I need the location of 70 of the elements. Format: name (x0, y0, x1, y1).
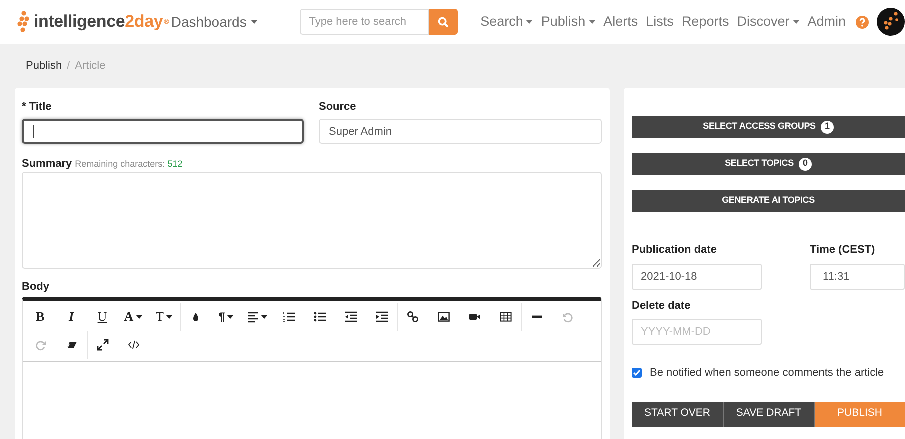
search-icon (438, 16, 449, 28)
field-label: Summary (22, 157, 72, 172)
delete-date-field[interactable]: YYYY-MM-DD (632, 319, 762, 345)
link-icon (407, 311, 419, 323)
font-size-button[interactable]: T (149, 303, 180, 331)
field-label: Publication date (632, 243, 718, 258)
breadcrumb-item[interactable]: Publish (26, 58, 62, 74)
avatar-icon[interactable] (877, 8, 905, 36)
field-label: Body (22, 281, 50, 293)
field-label: Delete date (632, 298, 692, 314)
field-label: Time (CEST) (810, 243, 876, 258)
field-label: * Title (22, 101, 53, 113)
secondary-action-button[interactable]: START OVER (632, 402, 723, 426)
body-editor[interactable]: B I U A T ¶ (22, 297, 602, 439)
redo-icon (34, 339, 46, 351)
field-label: Source (319, 101, 358, 113)
secondary-action-button[interactable]: SAVE DRAFT (723, 402, 814, 426)
nav-link[interactable]: Lists (646, 12, 674, 32)
publication-date-field[interactable]: 2021-10-18 (632, 264, 762, 290)
bold-button[interactable]: B (25, 303, 56, 331)
indent-icon (376, 311, 388, 323)
nav-link[interactable]: Alerts (604, 12, 638, 32)
dashboards-menu[interactable]: Dashboards (171, 12, 300, 32)
side-action-button[interactable]: SELECT ACCESS GROUPS 1 (632, 116, 905, 138)
italic-button[interactable]: I (56, 303, 87, 331)
breadcrumb-item: Article (75, 58, 106, 74)
logo-icon (17, 11, 31, 33)
caret-icon (250, 20, 258, 24)
code-icon (128, 339, 140, 351)
search-button[interactable] (429, 9, 458, 35)
font-color-button[interactable]: A (118, 303, 149, 331)
caret-icon (792, 20, 800, 24)
source-field[interactable]: Super Admin (319, 119, 602, 144)
logo-text: intelligence2day$^{®}$ (34, 11, 170, 34)
outdent-icon (344, 311, 356, 323)
side-action-button[interactable]: GENERATE AI TOPICS (632, 190, 905, 212)
eraser-icon (66, 339, 78, 351)
nav-link[interactable]: Discover (737, 12, 800, 32)
table-icon (500, 311, 512, 323)
align-left-icon (247, 311, 259, 323)
count-badge: 0 (798, 158, 812, 170)
image-icon (438, 311, 450, 323)
caret-icon (227, 315, 234, 319)
notify-label: Be notified when someone comments the article (650, 366, 884, 381)
side-action-button[interactable]: SELECT TOPICS 0 (632, 153, 905, 175)
undo-icon (562, 311, 574, 323)
summary-field[interactable] (22, 172, 602, 269)
video-camera-icon (468, 311, 480, 323)
nav-link[interactable]: Publish (541, 12, 596, 32)
caret-icon (526, 20, 534, 24)
numbered-list-icon (282, 311, 294, 323)
breadcrumb-separator: / (67, 58, 70, 74)
remaining-characters-text: Remaining characters: 512 (75, 158, 183, 171)
caret-icon (136, 315, 143, 319)
nav-link[interactable]: Admin (808, 12, 846, 32)
caret-icon (166, 315, 173, 319)
count-badge: 1 (820, 120, 834, 134)
help-icon[interactable] (856, 16, 869, 28)
time-field[interactable]: 11:31 (810, 264, 905, 290)
notify-checkbox[interactable] (632, 368, 642, 378)
caret-icon (588, 20, 596, 24)
search-field[interactable]: Type here to search (300, 9, 430, 35)
bullet-list-icon (314, 311, 326, 323)
nav-link[interactable]: Search (480, 12, 534, 32)
paragraph-button[interactable]: ¶ (211, 303, 242, 331)
caret-icon (261, 315, 268, 319)
expand-icon (97, 339, 109, 351)
title-field[interactable] (22, 119, 304, 144)
nav-link[interactable]: Reports (682, 12, 730, 32)
underline-button[interactable]: U (87, 303, 118, 331)
